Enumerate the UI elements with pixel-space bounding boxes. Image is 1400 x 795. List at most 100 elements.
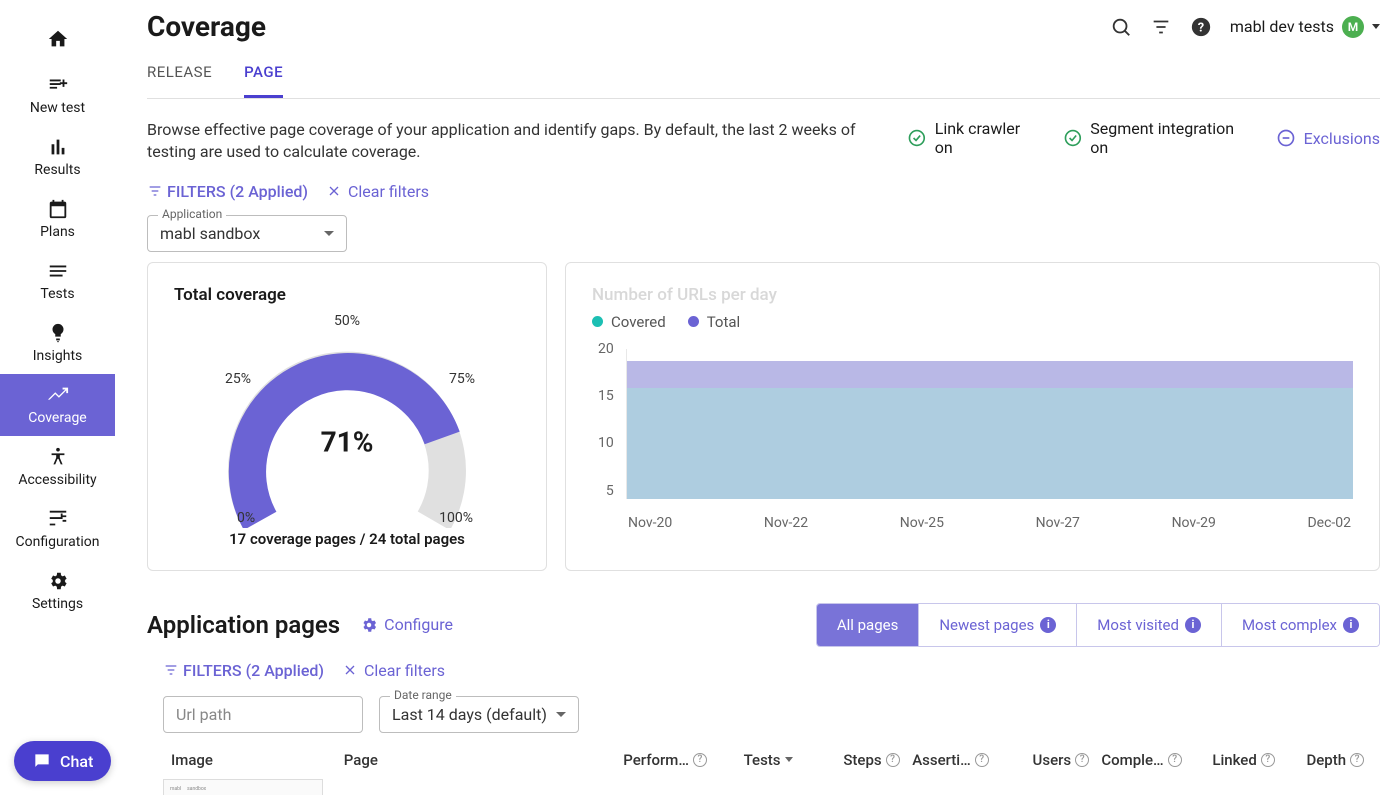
sidebar-item-accessibility[interactable]: Accessibility xyxy=(0,436,115,498)
th-image[interactable]: Image xyxy=(171,751,336,769)
sidebar-item-insights[interactable]: Insights xyxy=(0,312,115,374)
gauge-tick: 100% xyxy=(439,510,473,526)
sidebar-item-label: Configuration xyxy=(16,534,100,550)
pages-filters-toggle[interactable]: FILTERS (2 Applied) xyxy=(163,661,324,680)
help-icon: ? xyxy=(1261,753,1275,767)
sidebar-item-settings[interactable]: Settings xyxy=(0,560,115,622)
user-name: mabl dev tests xyxy=(1230,17,1334,36)
filters-toggle[interactable]: FILTERS (2 Applied) xyxy=(147,182,308,201)
filters-label: FILTERS xyxy=(183,661,242,680)
th-linked[interactable]: Linked? xyxy=(1212,751,1298,769)
sidebar-item-home[interactable] xyxy=(0,18,115,64)
filters-count: (2 Applied) xyxy=(246,661,324,680)
pages-header-left: Application pages Configure xyxy=(147,611,453,639)
search-icon[interactable] xyxy=(1110,16,1132,38)
th-complexity[interactable]: Comple…? xyxy=(1101,751,1204,769)
tab-newest-pages[interactable]: Newest pages i xyxy=(918,604,1076,646)
gauge-tick: 0% xyxy=(237,510,255,526)
status-link-crawler[interactable]: Link crawler on xyxy=(907,119,1041,157)
th-tests[interactable]: Tests xyxy=(744,751,836,769)
main-content: Coverage ? mabl dev tests M RELEASE PAGE… xyxy=(115,0,1400,795)
sidebar-item-label: Plans xyxy=(40,224,75,240)
field-label: Date range xyxy=(390,688,456,702)
application-select[interactable]: Application mabl sandbox xyxy=(147,215,347,252)
y-tick: 10 xyxy=(598,435,614,451)
chat-icon xyxy=(32,751,52,771)
th-steps[interactable]: Steps? xyxy=(843,751,904,769)
check-circle-icon xyxy=(907,128,927,148)
pages-clear-filters[interactable]: Clear filters xyxy=(342,661,445,680)
card-title: Number of URLs per day xyxy=(592,285,1353,305)
legend-total: Total xyxy=(688,313,741,331)
main-tabs: RELEASE PAGE xyxy=(147,63,1380,99)
sidebar-item-configuration[interactable]: Configuration xyxy=(0,498,115,560)
info-row: Browse effective page coverage of your a… xyxy=(147,119,1380,164)
help-icon: ? xyxy=(1168,753,1182,767)
tab-all-pages[interactable]: All pages xyxy=(817,604,919,646)
help-icon[interactable]: ? xyxy=(1190,16,1212,38)
gear-icon xyxy=(360,616,378,634)
table-header: Image Page Perform…? Tests Steps? Assert… xyxy=(163,751,1380,769)
configuration-icon xyxy=(47,508,69,530)
sidebar-item-new-test[interactable]: New test xyxy=(0,64,115,126)
clear-filters-button[interactable]: Clear filters xyxy=(326,182,429,201)
configure-label: Configure xyxy=(384,615,453,634)
th-perform[interactable]: Perform…? xyxy=(623,751,735,769)
table-row[interactable]: mablsandbox Welcome to the mabl sandbox!… xyxy=(163,779,1380,795)
status-segment[interactable]: Segment integration on xyxy=(1063,119,1254,157)
sidebar-item-tests[interactable]: Tests xyxy=(0,250,115,312)
x-tick: Nov-20 xyxy=(628,515,672,531)
th-assertions[interactable]: Asserti…? xyxy=(912,751,1024,769)
x-tick: Nov-29 xyxy=(1172,515,1216,531)
sidebar-item-results[interactable]: Results xyxy=(0,126,115,188)
url-path-input[interactable]: Url path xyxy=(163,696,363,733)
sidebar-item-label: Tests xyxy=(40,286,74,302)
field-label: Application xyxy=(158,207,226,221)
status-exclusions[interactable]: Exclusions xyxy=(1276,128,1380,148)
pages-filters-row: FILTERS (2 Applied) Clear filters xyxy=(163,661,1380,680)
insights-icon xyxy=(47,322,69,344)
legend-swatch xyxy=(688,316,699,327)
help-icon: ? xyxy=(1075,753,1089,767)
area-chart: 20 15 10 5 Nov-20 Nov-22 Nov-25 Nov-27 xyxy=(626,341,1353,531)
total-coverage-card: Total coverage 71% 0% 25% 50% 75% 100% 1 xyxy=(147,262,547,571)
sidebar-item-label: Coverage xyxy=(28,410,86,426)
legend-label: Total xyxy=(707,313,741,331)
area-covered xyxy=(627,388,1353,499)
gauge-tick: 25% xyxy=(225,371,251,387)
filter-list-icon xyxy=(163,662,179,678)
filter-icon[interactable] xyxy=(1150,16,1172,38)
x-tick: Nov-25 xyxy=(900,515,944,531)
tab-release[interactable]: RELEASE xyxy=(147,63,212,98)
tab-page[interactable]: PAGE xyxy=(244,63,283,98)
tab-label: Most complex xyxy=(1242,616,1337,634)
sidebar: New test Results Plans Tests Insights Co… xyxy=(0,0,115,795)
y-tick: 20 xyxy=(598,341,614,357)
tab-most-complex[interactable]: Most complex i xyxy=(1221,604,1379,646)
configure-button[interactable]: Configure xyxy=(360,615,453,634)
chevron-down-icon xyxy=(1372,24,1380,29)
help-icon: ? xyxy=(1350,753,1364,767)
tab-most-visited[interactable]: Most visited i xyxy=(1076,604,1221,646)
home-icon xyxy=(47,28,69,50)
sidebar-item-plans[interactable]: Plans xyxy=(0,188,115,250)
filters-label: FILTERS xyxy=(167,182,226,201)
user-menu[interactable]: mabl dev tests M xyxy=(1230,16,1380,38)
section-title: Application pages xyxy=(147,611,340,639)
page-description: Browse effective page coverage of your a… xyxy=(147,119,907,164)
urls-per-day-card: Number of URLs per day Covered Total 20 … xyxy=(565,262,1380,571)
page-filter-tabs: All pages Newest pages i Most visited i … xyxy=(816,603,1380,647)
help-icon: ? xyxy=(886,753,900,767)
chat-button[interactable]: Chat xyxy=(14,741,111,781)
th-users[interactable]: Users? xyxy=(1033,751,1094,769)
tab-label: Newest pages xyxy=(939,616,1034,634)
close-icon xyxy=(342,662,358,678)
sidebar-item-coverage[interactable]: Coverage xyxy=(0,374,115,436)
info-icon: i xyxy=(1343,617,1359,633)
sidebar-item-label: Accessibility xyxy=(18,472,96,488)
placeholder: Url path xyxy=(176,705,231,724)
date-range-select[interactable]: Date range Last 14 days (default) xyxy=(379,696,579,733)
th-depth[interactable]: Depth? xyxy=(1306,751,1372,769)
th-page[interactable]: Page xyxy=(344,751,615,769)
check-circle-icon xyxy=(1063,128,1083,148)
